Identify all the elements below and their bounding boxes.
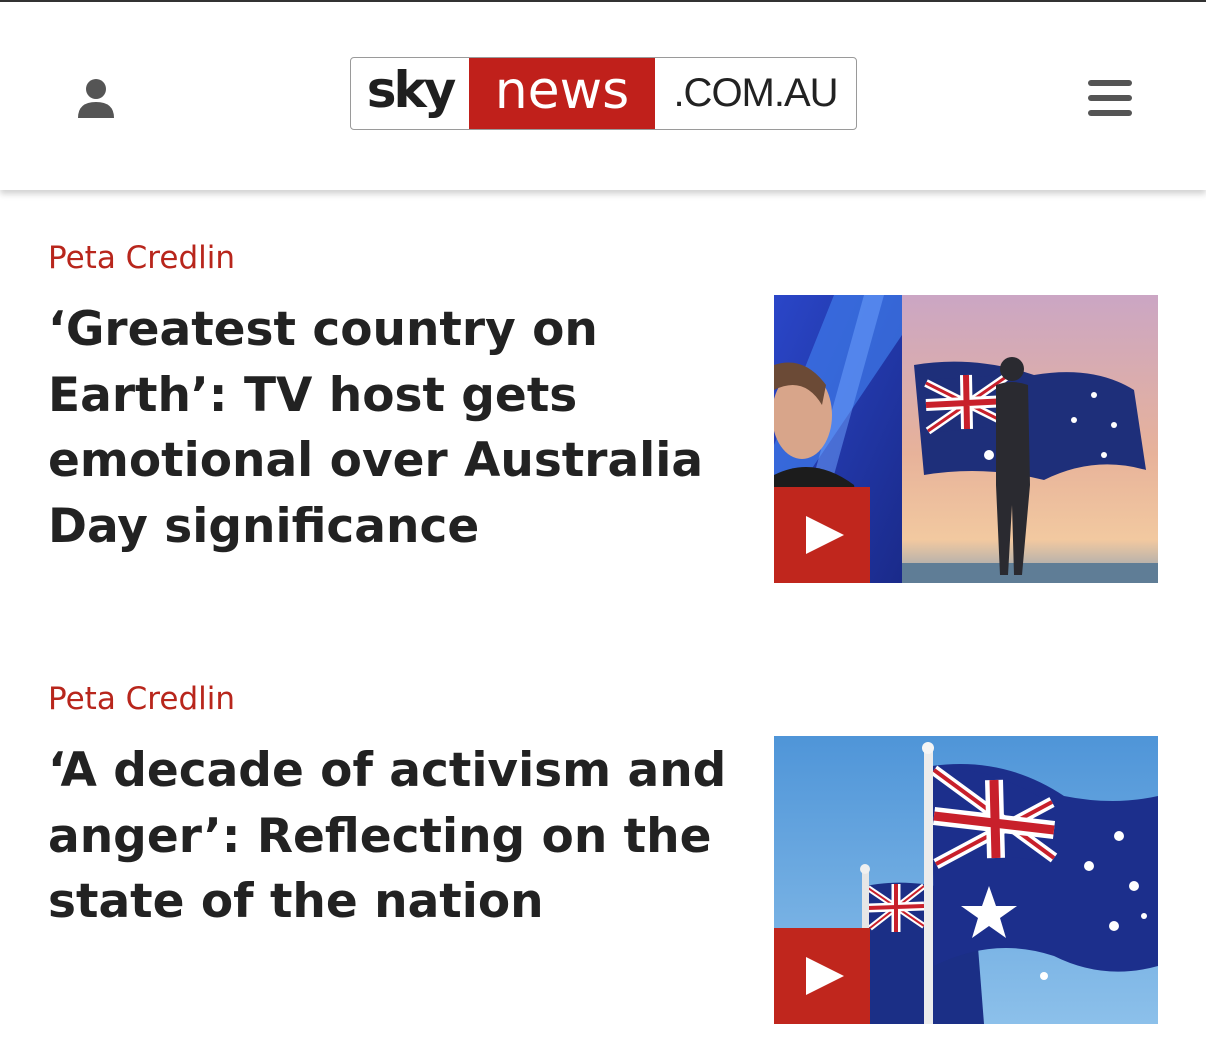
article-card[interactable]: Peta Credlin ‘A decade of activism and a… (48, 677, 1158, 1024)
logo-news-text: news (469, 58, 655, 129)
article-category[interactable]: Peta Credlin (48, 677, 1158, 721)
play-icon (806, 516, 844, 554)
article-card[interactable]: Peta Credlin ‘Greatest country on Earth’… (48, 236, 1158, 583)
site-header: sky news .COM.AU (0, 2, 1206, 190)
article-headline[interactable]: ‘Greatest country on Earth’: TV host get… (48, 297, 748, 559)
article-thumbnail[interactable] (774, 736, 1158, 1024)
logo-domain-text: .COM.AU (673, 71, 838, 115)
hamburger-menu-icon[interactable] (1086, 78, 1134, 118)
article-category[interactable]: Peta Credlin (48, 236, 1158, 280)
play-icon (806, 957, 844, 995)
play-video-button[interactable] (774, 928, 870, 1024)
play-video-button[interactable] (774, 487, 870, 583)
site-logo[interactable]: sky news .COM.AU (350, 57, 857, 130)
article-thumbnail[interactable] (774, 295, 1158, 583)
article-headline[interactable]: ‘A decade of activism and anger’: Reflec… (48, 738, 748, 935)
user-icon[interactable] (76, 78, 116, 120)
logo-sky-text: sky (366, 60, 457, 119)
